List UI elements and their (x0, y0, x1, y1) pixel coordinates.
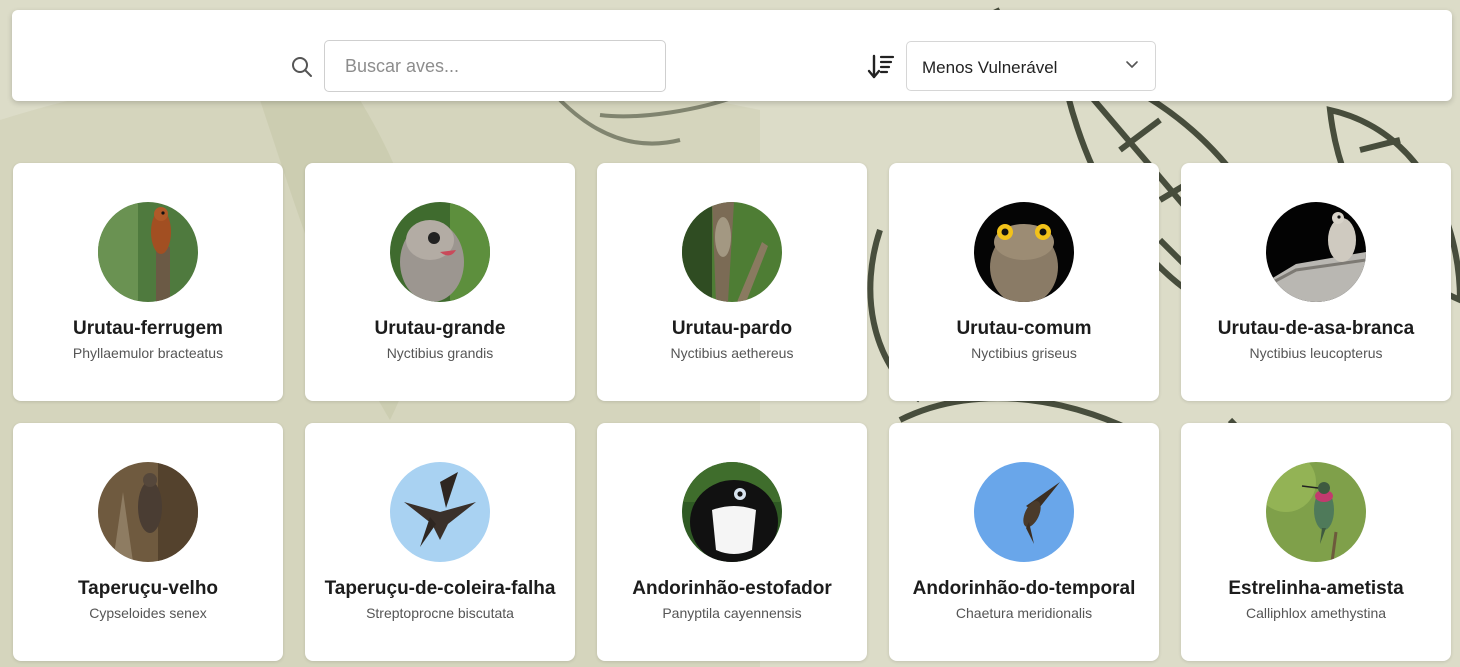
bird-common-name: Andorinhão-do-temporal (912, 578, 1136, 599)
bird-common-name: Urutau-comum (956, 318, 1092, 339)
bird-card[interactable]: Andorinhão-do-temporal Chaetura meridion… (889, 423, 1159, 661)
bird-card[interactable]: Taperuçu-de-coleira-falha Streptoprocne … (305, 423, 575, 661)
bird-card[interactable]: Urutau-ferrugem Phyllaemulor bracteatus (13, 163, 283, 401)
bird-scientific-name: Nyctibius grandis (386, 345, 494, 361)
bird-scientific-name: Chaetura meridionalis (955, 605, 1093, 621)
bird-card[interactable]: Taperuçu-velho Cypseloides senex (13, 423, 283, 661)
search-input[interactable] (324, 40, 666, 92)
bird-scientific-name: Calliphlox amethystina (1245, 605, 1387, 621)
bird-card[interactable]: Urutau-pardo Nyctibius aethereus (597, 163, 867, 401)
search-icon[interactable] (291, 56, 313, 78)
bird-photo (682, 202, 782, 302)
bird-common-name: Taperuçu-velho (77, 578, 219, 599)
bird-photo (974, 462, 1074, 562)
bird-card[interactable]: Urutau-de-asa-branca Nyctibius leucopter… (1181, 163, 1451, 401)
bird-scientific-name: Nyctibius aethereus (670, 345, 794, 361)
sort-select-value: Menos Vulnerável (922, 58, 1058, 77)
bird-card[interactable]: Andorinhão-estofador Panyptila cayennens… (597, 423, 867, 661)
bird-photo (390, 462, 490, 562)
bird-photo (682, 462, 782, 562)
bird-photo (390, 202, 490, 302)
bird-scientific-name: Streptoprocne biscutata (366, 605, 514, 621)
bird-photo (974, 202, 1074, 302)
toolbar: Menos Vulnerável (12, 10, 1452, 101)
bird-photo (1266, 202, 1366, 302)
bird-common-name: Taperuçu-de-coleira-falha (324, 578, 556, 599)
bird-common-name: Urutau-ferrugem (73, 318, 223, 339)
bird-scientific-name: Nyctibius griseus (971, 345, 1077, 361)
chevron-down-icon (1126, 61, 1138, 68)
bird-scientific-name: Phyllaemulor bracteatus (72, 345, 224, 361)
bird-photo (98, 462, 198, 562)
bird-card[interactable]: Estrelinha-ametista Calliphlox amethysti… (1181, 423, 1451, 661)
bird-scientific-name: Cypseloides senex (89, 605, 207, 621)
bird-photo (1266, 462, 1366, 562)
bird-scientific-name: Nyctibius leucopterus (1249, 345, 1383, 361)
bird-common-name: Urutau-pardo (671, 318, 793, 339)
bird-photo (98, 202, 198, 302)
bird-common-name: Urutau-de-asa-branca (1217, 318, 1415, 339)
bird-card[interactable]: Urutau-grande Nyctibius grandis (305, 163, 575, 401)
sort-select[interactable]: Menos Vulnerável (906, 41, 1156, 91)
sort-descending-icon[interactable] (867, 54, 895, 80)
bird-common-name: Urutau-grande (374, 318, 506, 339)
bird-common-name: Estrelinha-ametista (1228, 578, 1404, 599)
bird-scientific-name: Panyptila cayennensis (662, 605, 802, 621)
bird-card[interactable]: Urutau-comum Nyctibius griseus (889, 163, 1159, 401)
bird-common-name: Andorinhão-estofador (632, 578, 832, 599)
